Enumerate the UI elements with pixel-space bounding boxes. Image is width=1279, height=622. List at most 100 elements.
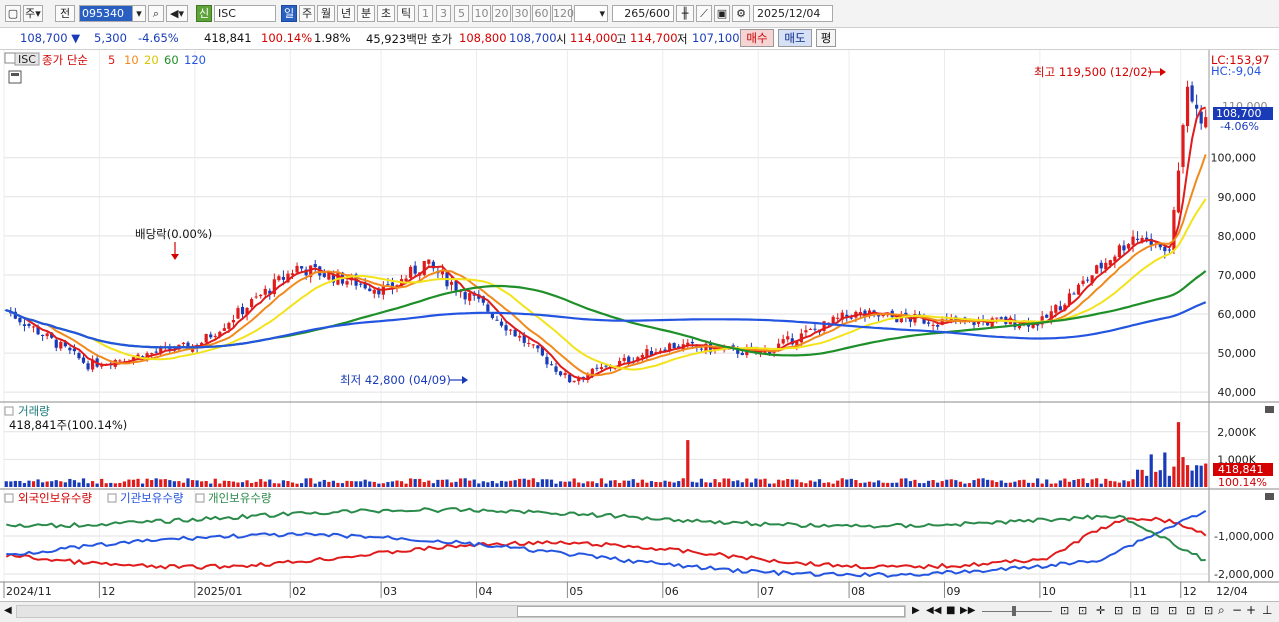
crosshair-icon[interactable]: ✛ [1096,604,1105,617]
tab-second[interactable]: 초 [377,5,395,22]
tab-day[interactable]: 일 [281,5,297,22]
volume-bar [1145,475,1149,487]
fit-icon[interactable]: ⊥ [1262,603,1272,617]
ma-legend-120: 120 [184,53,206,67]
volume-bar [468,480,472,487]
volume-bar [1154,471,1158,487]
search-icon[interactable]: ⌕ [148,5,164,22]
zoom-in-icon[interactable]: + [1246,603,1256,617]
holding-panel-close-icon[interactable] [1265,493,1274,500]
interval-10[interactable]: 10 [472,5,491,22]
volume-bar [1126,481,1131,487]
candle-body [599,367,604,369]
candle-type-icon[interactable]: ╫ [676,5,694,22]
candle-body [1204,117,1208,128]
period-select[interactable]: 주▾ [23,5,43,22]
new-badge[interactable]: 신 [196,5,212,22]
volume-bar [445,479,449,487]
date-field[interactable]: 2025/12/04 [753,5,833,22]
interval-60[interactable]: 60 [532,5,551,22]
candle-body [672,343,676,349]
interval-1[interactable]: 1 [418,5,433,22]
volume-bar [186,478,190,487]
name-field[interactable]: ISC [214,5,276,22]
volume-bar [95,483,99,487]
volume-bar [136,478,140,487]
layout-b-icon[interactable]: ⊡ [1078,604,1087,617]
volume-bar [640,479,644,487]
zoom-slider[interactable] [982,611,1052,612]
custom-interval-select[interactable]: ▾ [574,5,608,22]
candle-body [118,360,122,362]
panel-menu-icon[interactable] [4,52,16,64]
candle-body [995,317,999,319]
layout-a-icon[interactable]: ⊡ [1060,604,1069,617]
volume-bar [1190,470,1194,487]
stock-chart[interactable]: 40,000 50,000 60,000 70,000 80,000 90,000 100,… [0,50,1279,602]
interval-5[interactable]: 5 [454,5,469,22]
scroll-left-icon[interactable]: ◀ [4,605,12,616]
volume-bar [1040,483,1044,487]
tab-tick[interactable]: 틱 [397,5,415,22]
volume-panel-icon[interactable] [4,406,14,416]
interval-20[interactable]: 20 [492,5,511,22]
buy-button[interactable]: 매수 [740,29,774,47]
layout-d-icon[interactable]: ⊡ [1132,604,1141,617]
volume-bar [118,482,122,487]
forward-icon[interactable]: ▶▶ [960,605,975,616]
candle-body [490,313,495,318]
zoom-out-icon[interactable]: − [1232,603,1242,617]
play-icon[interactable]: ▶ [912,605,920,616]
prev-button[interactable]: 전 [55,5,75,22]
volume-bar [481,481,485,487]
gear-icon[interactable]: ⚙ [732,5,750,22]
draw-tool-icon[interactable]: ⟋ [696,5,712,22]
volume-bar [340,483,345,487]
code-dropdown-icon[interactable]: ▾ [132,5,146,22]
interval-30[interactable]: 30 [512,5,531,22]
volume-bar [304,478,308,487]
interval-3[interactable]: 3 [436,5,451,22]
x-tick-label: 05 [569,585,583,598]
layout-c-icon[interactable]: ⊡ [1114,604,1123,617]
price-tick-label: 50,000 [1218,347,1257,360]
scrollbar-track[interactable] [16,605,906,618]
save-icon[interactable]: ▣ [714,5,730,22]
volume-bar [990,480,994,487]
search-zoom-icon[interactable]: ⌕ [1218,603,1225,618]
tab-minute[interactable]: 분 [357,5,375,22]
rewind-icon[interactable]: ◀◀ [926,605,941,616]
code-input[interactable]: 095340 [79,5,137,22]
layout-g-icon[interactable]: ⊡ [1186,604,1195,617]
volume-bar [4,481,8,487]
layout-e-icon[interactable]: ⊡ [1150,604,1159,617]
sound-icon[interactable]: ◀▾ [166,5,188,22]
volume-bar [672,482,676,487]
volume-bar [9,481,13,487]
tab-week[interactable]: 주 [299,5,315,22]
volume-bar [513,480,517,487]
stop-icon[interactable]: ■ [946,605,955,616]
layout-f-icon[interactable]: ⊡ [1168,604,1177,617]
tab-month[interactable]: 월 [317,5,335,22]
interval-120[interactable]: 120 [552,5,574,22]
scrollbar-thumb[interactable] [517,606,905,617]
volume-bar [1076,479,1081,487]
candle-body [213,335,217,337]
extra-button[interactable]: 평 [816,29,836,47]
volume-panel-close-icon[interactable] [1265,406,1274,413]
layout-icon[interactable]: ▢ [5,5,21,22]
count-field[interactable]: 265/600 [612,5,674,22]
sell-button[interactable]: 매도 [778,29,812,47]
volume-bar [690,481,694,487]
volume-bar [736,480,740,487]
holding-panel-icon[interactable] [4,493,14,503]
tab-year[interactable]: 년 [337,5,355,22]
volume-bar [1140,469,1144,487]
volume-bar [1049,483,1053,487]
candle-body [254,296,258,298]
zoom-slider-handle[interactable] [1012,606,1016,616]
volume-bar [327,481,331,487]
calculator-icon[interactable] [8,70,22,84]
layout-h-icon[interactable]: ⊡ [1204,604,1213,617]
